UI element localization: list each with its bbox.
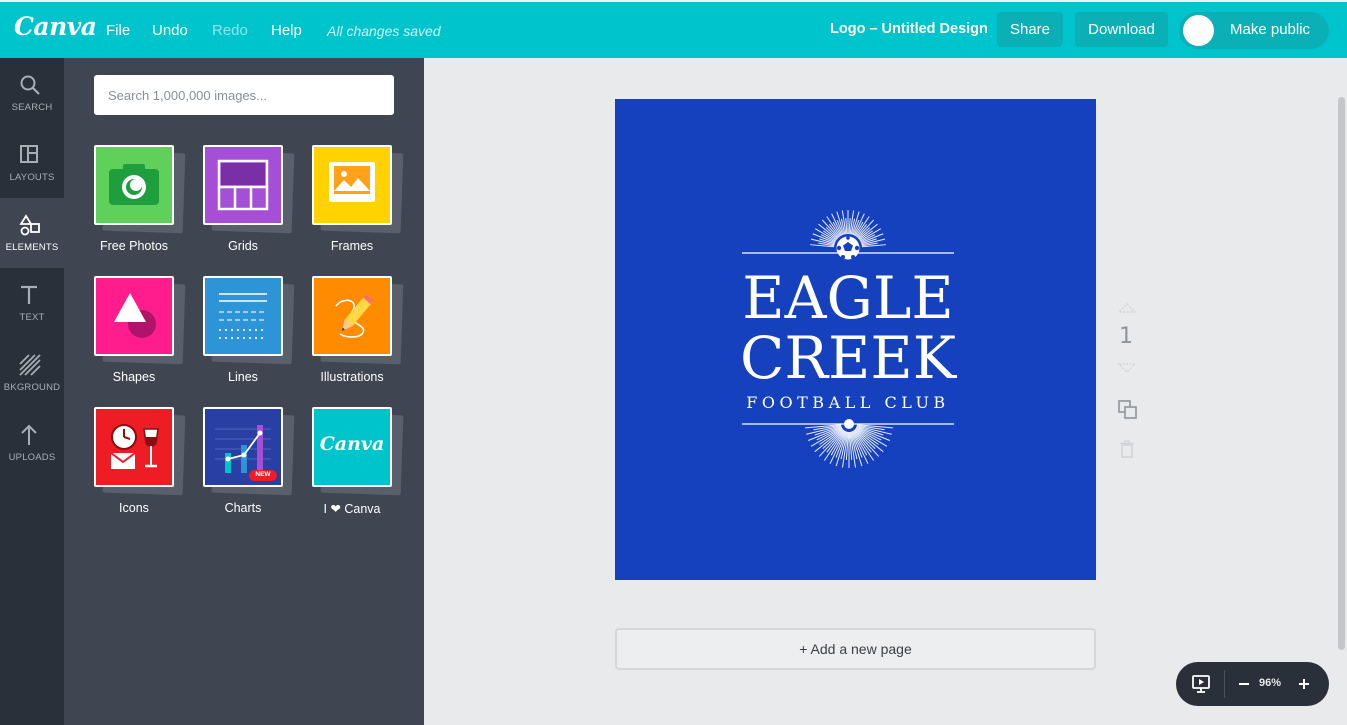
elements-panel: Free Photos Grids Frames Shapes Lines — [64, 58, 424, 725]
upload-icon — [21, 424, 37, 445]
top-bar: Canva File Undo Redo Help All changes sa… — [0, 0, 1347, 58]
clock-glass-icon — [94, 407, 174, 487]
zoom-out-icon[interactable] — [1238, 679, 1250, 689]
tile-grids[interactable]: Grids — [203, 145, 312, 270]
add-new-page-button[interactable]: + Add a new page — [615, 628, 1096, 670]
tile-label: Free Photos — [99, 239, 169, 253]
left-rail: SEARCH LAYOUTS ELEMENTS TEXT BKGROUND UP… — [0, 58, 64, 725]
rail-item-layouts[interactable]: LAYOUTS — [0, 128, 64, 198]
scrollbar-thumb[interactable] — [1338, 97, 1345, 650]
tile-label: Lines — [228, 370, 258, 384]
tile-label: Grids — [228, 239, 258, 253]
share-button[interactable]: Share — [997, 12, 1063, 47]
save-status: All changes saved — [327, 23, 441, 39]
menu-help[interactable]: Help — [271, 22, 302, 39]
tile-free-photos[interactable]: Free Photos — [94, 145, 203, 270]
design-page[interactable]: EAGLE CREEK FOOTBALL CLUB — [615, 99, 1096, 580]
toggle-knob — [1183, 15, 1214, 46]
camera-icon — [94, 145, 174, 225]
background-icon — [19, 354, 41, 376]
rail-item-uploads[interactable]: UPLOADS — [0, 408, 64, 478]
canva-logo-text: Canva — [319, 433, 385, 455]
page-down-icon[interactable] — [1117, 362, 1137, 374]
rail-label-text: TEXT — [19, 312, 45, 323]
rail-item-background[interactable]: BKGROUND — [0, 338, 64, 408]
triangle-circle-icon — [94, 276, 174, 356]
zoom-separator — [1224, 670, 1225, 698]
frame-icon — [312, 145, 392, 225]
menu-redo[interactable]: Redo — [212, 22, 248, 39]
menu-file[interactable]: File — [106, 22, 130, 39]
tile-label: Icons — [119, 501, 149, 515]
rail-item-search[interactable]: SEARCH — [0, 58, 64, 128]
shapes-icon — [19, 214, 40, 236]
document-title[interactable]: Logo – Untitled Design — [830, 21, 988, 37]
rail-label-search: SEARCH — [11, 102, 53, 113]
tile-label: Illustrations — [320, 370, 384, 384]
rail-item-text[interactable]: TEXT — [0, 268, 64, 338]
menu-undo[interactable]: Undo — [152, 22, 188, 39]
duplicate-page-icon[interactable] — [1117, 399, 1139, 421]
rail-label-layouts: LAYOUTS — [9, 172, 55, 183]
canva-logo[interactable]: Canva — [14, 12, 97, 41]
page-number: 1 — [1119, 324, 1133, 349]
tile-label: Charts — [224, 501, 262, 515]
zoom-bar: 96% — [1176, 662, 1329, 706]
zoom-in-icon[interactable] — [1298, 678, 1310, 690]
tile-label: Frames — [330, 239, 374, 253]
chart-icon: NEW — [203, 407, 283, 487]
new-badge: NEW — [255, 471, 271, 478]
text-icon — [21, 285, 37, 304]
tile-illustrations[interactable]: Illustrations — [312, 276, 421, 401]
pencil-icon — [312, 276, 392, 356]
lines-icon — [203, 276, 283, 356]
canva-logo-icon: Canva — [312, 407, 392, 487]
zoom-level[interactable]: 96% — [1259, 677, 1281, 689]
tile-charts[interactable]: NEW Charts — [203, 407, 312, 532]
tile-lines[interactable]: Lines — [203, 276, 312, 401]
logo-line-2: CREEK — [740, 324, 958, 392]
rail-label-elements: ELEMENTS — [5, 242, 59, 253]
download-button[interactable]: Download — [1075, 12, 1168, 47]
tile-i-love-canva[interactable]: Canva I ❤ Canva — [312, 407, 421, 532]
eagle-creek-logo[interactable]: EAGLE CREEK FOOTBALL CLUB — [615, 99, 1096, 580]
logo-line-3: FOOTBALL CLUB — [746, 393, 949, 412]
rail-label-uploads: UPLOADS — [8, 452, 56, 463]
make-public-label: Make public — [1230, 21, 1311, 38]
tile-label: I ❤ Canva — [323, 502, 381, 516]
search-icon — [20, 75, 40, 95]
image-search-input[interactable] — [94, 75, 394, 115]
tile-icons[interactable]: Icons — [94, 407, 203, 532]
tile-shapes[interactable]: Shapes — [94, 276, 203, 401]
rail-item-elements[interactable]: ELEMENTS — [0, 198, 64, 268]
grid-icon — [203, 145, 283, 225]
make-public-toggle[interactable]: Make public — [1179, 12, 1329, 49]
tile-frames[interactable]: Frames — [312, 145, 421, 270]
layout-icon — [20, 145, 38, 163]
canvas-area: EAGLE CREEK FOOTBALL CLUB — [424, 58, 1347, 725]
tile-label: Shapes — [112, 370, 156, 384]
present-icon[interactable] — [1191, 674, 1211, 694]
page-up-icon[interactable] — [1117, 302, 1137, 314]
delete-page-icon[interactable] — [1119, 440, 1135, 458]
logo-line-1: EAGLE — [742, 264, 953, 332]
rail-label-background: BKGROUND — [3, 382, 61, 393]
